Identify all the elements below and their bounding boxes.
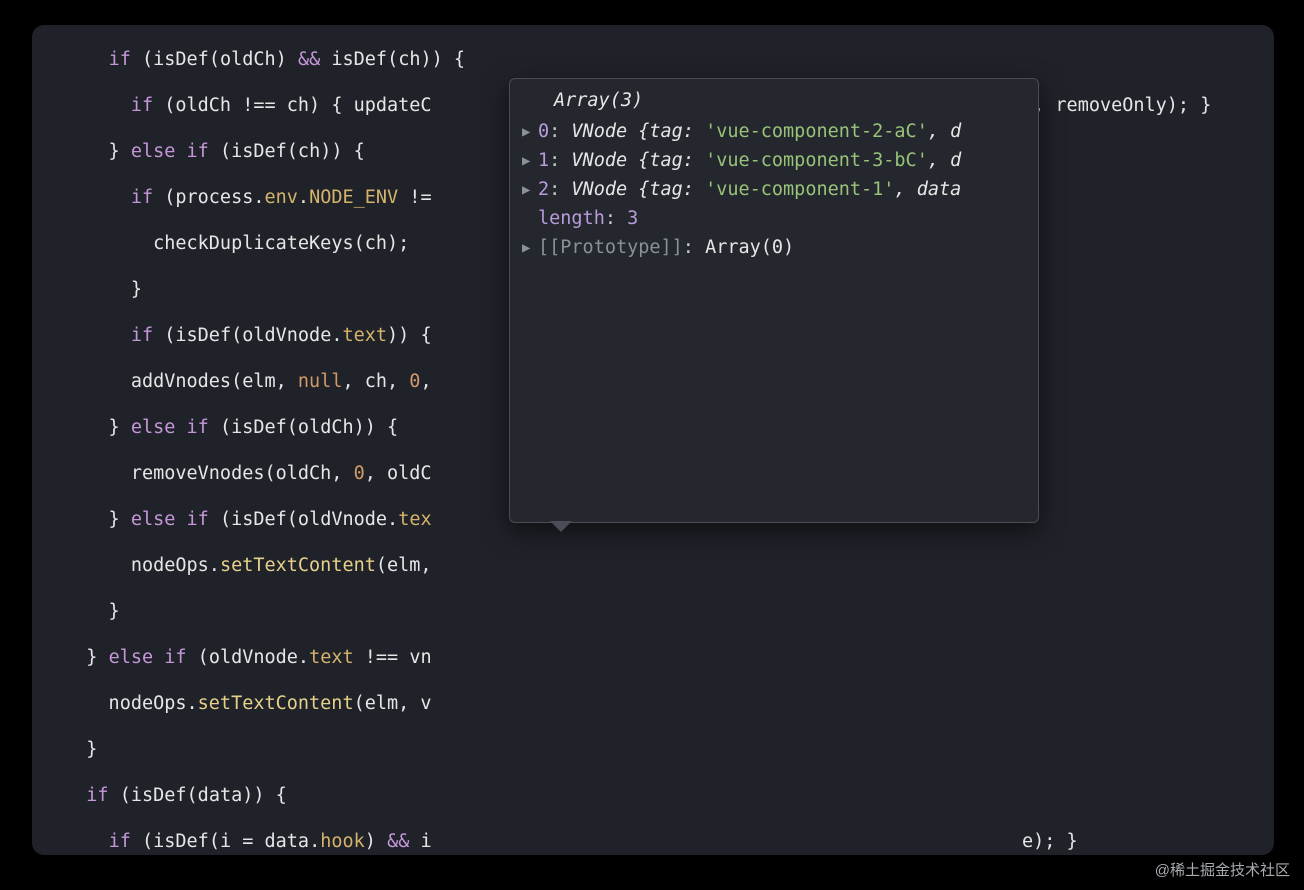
watermark: @稀土掘金技术社区 [1155, 859, 1290, 882]
code-line[interactable]: if (isDef(i = data.hook) && ie); } [32, 830, 1274, 853]
code-line[interactable]: } [32, 738, 1274, 761]
popup-entry[interactable]: ▶1: VNode {tag: 'vue-component-3-bC', d [510, 147, 1038, 176]
disclosure-icon[interactable]: ▶ [522, 237, 534, 260]
code-line[interactable]: nodeOps.setTextContent(elm, [32, 554, 1274, 577]
disclosure-icon[interactable]: ▶ [522, 121, 534, 144]
disclosure-icon[interactable]: ▶ [522, 150, 534, 173]
disclosure-icon[interactable]: ▶ [522, 179, 534, 202]
popup-prototype[interactable]: ▶[[Prototype]]: Array(0) [510, 234, 1038, 263]
code-line[interactable]: } [32, 600, 1274, 623]
popup-entry[interactable]: ▶2: VNode {tag: 'vue-component-1', data [510, 176, 1038, 205]
popup-title: Array(3) [510, 87, 1038, 118]
code-line[interactable]: nodeOps.setTextContent(elm, v [32, 692, 1274, 715]
popup-entry[interactable]: ▶0: VNode {tag: 'vue-component-2-aC', d [510, 118, 1038, 147]
debug-hover-popup[interactable]: Array(3) ▶0: VNode {tag: 'vue-component-… [509, 78, 1039, 523]
editor-frame: if (isDef(oldCh) && isDef(ch)) { if (old… [32, 25, 1274, 855]
code-line[interactable]: } else if (oldVnode.text !== vn [32, 646, 1274, 669]
popup-length: ▶length: 3 [510, 205, 1038, 234]
code-line[interactable]: if (isDef(oldCh) && isDef(ch)) { [32, 48, 1274, 71]
code-line[interactable]: if (isDef(data)) { [32, 784, 1274, 807]
